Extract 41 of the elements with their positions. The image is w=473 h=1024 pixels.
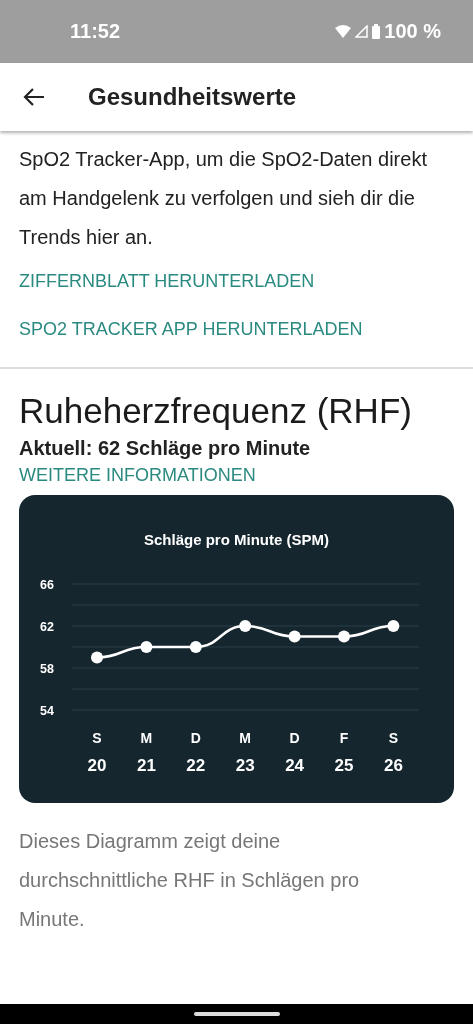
y-axis-label: 58 (40, 662, 54, 676)
more-info-link[interactable]: WEITERE INFORMATIONEN (19, 460, 256, 490)
screen-title: Gesundheitswerte (88, 83, 297, 111)
data-point (91, 651, 103, 664)
signal-icon (355, 25, 369, 38)
status-time: 11:52 (70, 20, 121, 43)
weekday-label: F (339, 730, 349, 746)
chart-title: Schläge pro Minute (SPM) (144, 531, 329, 548)
weekday-label: S (388, 730, 399, 746)
section-heading: Ruheherzfrequenz (RHF) (19, 390, 412, 432)
weekday-label: D (289, 730, 300, 746)
y-axis-label: 62 (40, 620, 54, 634)
home-indicator[interactable] (193, 1012, 280, 1016)
chart-caption: Dieses Diagramm zeigt deine durchschnittliche RHF in Schlägen pro Minute. (19, 829, 361, 932)
y-axis-label: 66 (40, 578, 54, 592)
weekday-label: D (190, 730, 201, 746)
download-link[interactable]: ZIFFERNBLATT HERUNTERLADEN (19, 257, 315, 305)
date-label: 24 (285, 756, 305, 775)
data-point (189, 641, 202, 653)
battery-percent: 100 % (384, 20, 441, 43)
data-point (239, 620, 252, 632)
wifi-icon (335, 25, 352, 38)
data-point (387, 620, 400, 632)
battery-icon (372, 24, 381, 39)
data-point (288, 630, 301, 643)
y-axis-label: 54 (40, 704, 54, 718)
date-label: 26 (383, 756, 403, 775)
spo2-description: SpO2 Tracker-App, um die SpO2-Daten direkt am Handgelenk zu verfolgen und sieh dir die Trends hier an. (19, 147, 428, 250)
current-rate: Aktuell: 62 Schläge pro Minute (19, 437, 311, 460)
back-arrow-icon[interactable] (23, 87, 45, 107)
download-link[interactable]: SPO2 TRACKER APP HERUNTERLADEN (19, 305, 363, 353)
date-label: 23 (235, 756, 255, 775)
weekday-label: M (239, 730, 252, 746)
weekday-label: M (140, 730, 153, 746)
date-label: 22 (186, 756, 206, 775)
data-point (338, 630, 350, 643)
date-label: 21 (136, 756, 156, 775)
weekday-label: S (92, 730, 102, 746)
data-point (140, 641, 153, 653)
date-label: 25 (334, 756, 354, 775)
date-label: 20 (87, 756, 107, 775)
